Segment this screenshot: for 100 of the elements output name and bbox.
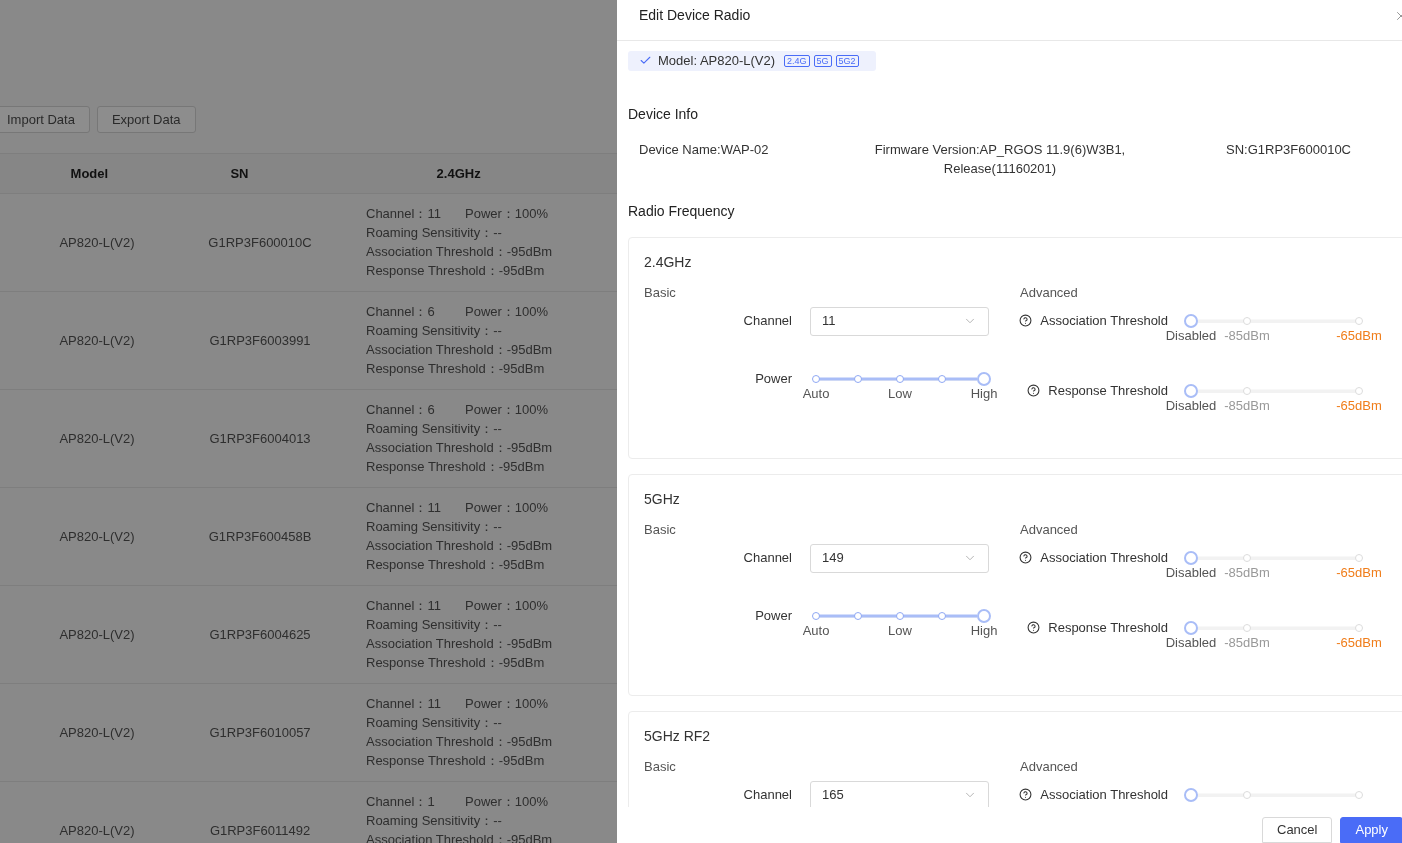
- table-cell-text: Roaming Sensitivity：--: [366, 518, 502, 536]
- section-label: Advanced: [1020, 283, 1078, 302]
- table-cell-text: Power：100%: [465, 205, 549, 223]
- section-title: Device Info: [628, 104, 699, 124]
- table-cell-text: Roaming Sensitivity：--: [366, 420, 502, 438]
- channel-select[interactable]: 149: [810, 543, 989, 573]
- channel-select[interactable]: 165: [810, 780, 989, 807]
- table-cell-text: Power：100%: [465, 499, 549, 517]
- table-cell-text: AP820-L(V2): [58, 821, 136, 840]
- table-cell-text: G1RP3F6010057: [208, 723, 312, 742]
- table-cell-text: Response Threshold：-95dBm: [366, 360, 545, 378]
- section-label: Basic: [644, 520, 676, 539]
- table-cell-text: G1RP3F6011492: [208, 821, 312, 840]
- table-cell-text: Roaming Sensitivity：--: [366, 224, 502, 242]
- table-cell-text: Association Threshold：-95dBm: [366, 635, 553, 653]
- table-cell-text: G1RP3F600010C: [207, 233, 313, 252]
- field-label: Power: [754, 371, 792, 386]
- table-cell-text: Power：100%: [465, 793, 549, 811]
- radio-band-title: 2.4GHz: [644, 252, 693, 272]
- column-header: Model: [69, 164, 110, 183]
- section-label: Basic: [644, 283, 676, 302]
- field-label: Channel: [742, 549, 792, 568]
- table-cell-text: Channel：11: [366, 499, 442, 517]
- slider-mark-label: -85dBm: [1224, 327, 1270, 344]
- band-tag: 5G: [813, 54, 832, 67]
- toolbar-button[interactable]: Export Data: [96, 106, 196, 133]
- slider-mark-label: Disabled: [1165, 397, 1217, 414]
- slider-mark-label: High: [970, 385, 998, 402]
- slider-mark-label: -65dBm: [1336, 564, 1382, 581]
- table-cell-text: Roaming Sensitivity：--: [366, 812, 502, 830]
- radio-band-title: 5GHz RF2: [644, 726, 712, 746]
- device-name-text: Device Name:WAP-02: [639, 140, 770, 159]
- apply-button[interactable]: Apply: [1340, 817, 1402, 843]
- table-cell-text: Association Threshold：-95dBm: [366, 243, 553, 261]
- table-cell-text: Roaming Sensitivity：--: [366, 616, 502, 634]
- table-cell-text: AP820-L(V2): [58, 331, 136, 350]
- field-label: Power: [754, 608, 792, 623]
- table-cell-text: G1RP3F6003991: [208, 331, 312, 350]
- column-header: 2.4GHz: [435, 164, 482, 183]
- table-cell-text: G1RP3F6004013: [208, 429, 312, 448]
- band-tag: 2.4G: [784, 54, 810, 67]
- cancel-button[interactable]: Cancel: [1262, 817, 1333, 843]
- table-cell-text: Power：100%: [465, 401, 549, 419]
- table-cell-text: Association Threshold：-95dBm: [366, 537, 553, 555]
- table-cell-text: Association Threshold：-95dBm: [366, 439, 553, 457]
- table-cell-text: AP820-L(V2): [58, 429, 136, 448]
- toolbar-button[interactable]: Import Data: [0, 106, 90, 133]
- table-cell-text: Power：100%: [465, 303, 549, 321]
- slider-mark-label: Disabled: [1165, 564, 1217, 581]
- table-cell-text: Channel：1: [366, 793, 436, 811]
- slider-mark-label: -85dBm: [1224, 634, 1270, 651]
- table-cell-text: Association Threshold：-95dBm: [366, 341, 553, 359]
- section-label: Basic: [644, 757, 676, 776]
- table-cell-text: Response Threshold：-95dBm: [366, 556, 545, 574]
- field-label: Response Threshold: [1048, 620, 1168, 635]
- slider-mark-label: Low: [888, 385, 912, 402]
- slider-mark-label: Auto: [802, 622, 830, 639]
- table-cell-text: AP820-L(V2): [58, 625, 136, 644]
- slider-mark-label: High: [970, 622, 998, 639]
- field-label: Channel: [742, 786, 792, 805]
- slider-mark-label: -65dBm: [1336, 634, 1382, 651]
- slider-mark-label: Auto: [802, 385, 830, 402]
- table-cell-text: Response Threshold：-95dBm: [366, 654, 545, 672]
- table-cell-text: Response Threshold：-95dBm: [366, 752, 545, 770]
- slider-mark-label: -85dBm: [1224, 397, 1270, 414]
- table-cell-text: G1RP3F6004625: [208, 625, 312, 644]
- slider-mark-label: Disabled: [1165, 634, 1217, 651]
- table-cell-text: G1RP3F600458B: [207, 527, 313, 546]
- slider-mark-label: -65dBm: [1336, 327, 1382, 344]
- table-cell-text: Roaming Sensitivity：--: [366, 714, 502, 732]
- table-cell-text: Channel：11: [366, 695, 442, 713]
- table-cell-text: AP820-L(V2): [58, 233, 136, 252]
- table-cell-text: AP820-L(V2): [58, 723, 136, 742]
- serial-number-text: SN:G1RP3F600010C: [1226, 140, 1351, 159]
- table-cell-text: Channel：6: [366, 303, 436, 321]
- table-cell-text: Power：100%: [465, 597, 549, 615]
- field-label: Association Threshold: [1040, 787, 1168, 802]
- field-label: Association Threshold: [1040, 550, 1168, 565]
- table-cell-text: Channel：11: [366, 205, 442, 223]
- column-header: SN: [229, 164, 250, 183]
- slider-mark-label: -65dBm: [1336, 397, 1382, 414]
- field-label: Association Threshold: [1040, 313, 1168, 328]
- field-label: Channel: [742, 312, 792, 331]
- table-cell-text: Power：100%: [465, 695, 549, 713]
- slider-mark-label: Low: [888, 622, 912, 639]
- table-cell-text: Roaming Sensitivity：--: [366, 322, 502, 340]
- firmware-version-text: Firmware Version:AP_RGOS 11.9(6)W3B1, Release(11160201): [873, 140, 1127, 178]
- table-cell-text: AP820-L(V2): [58, 527, 136, 546]
- model-text: Model: AP820-L(V2): [658, 52, 776, 70]
- table-cell-text: Response Threshold：-95dBm: [366, 458, 545, 476]
- section-label: Advanced: [1020, 757, 1078, 776]
- section-title: Radio Frequency: [628, 201, 735, 221]
- section-label: Advanced: [1020, 520, 1078, 539]
- table-cell-text: Channel：6: [366, 401, 436, 419]
- radio-band-title: 5GHz: [644, 489, 681, 509]
- channel-select[interactable]: 11: [810, 306, 989, 336]
- band-tag: 5G2: [835, 54, 859, 67]
- table-cell-text: Channel：11: [366, 597, 442, 615]
- table-cell-text: Response Threshold：-95dBm: [366, 262, 545, 280]
- slider-mark-label: Disabled: [1165, 327, 1217, 344]
